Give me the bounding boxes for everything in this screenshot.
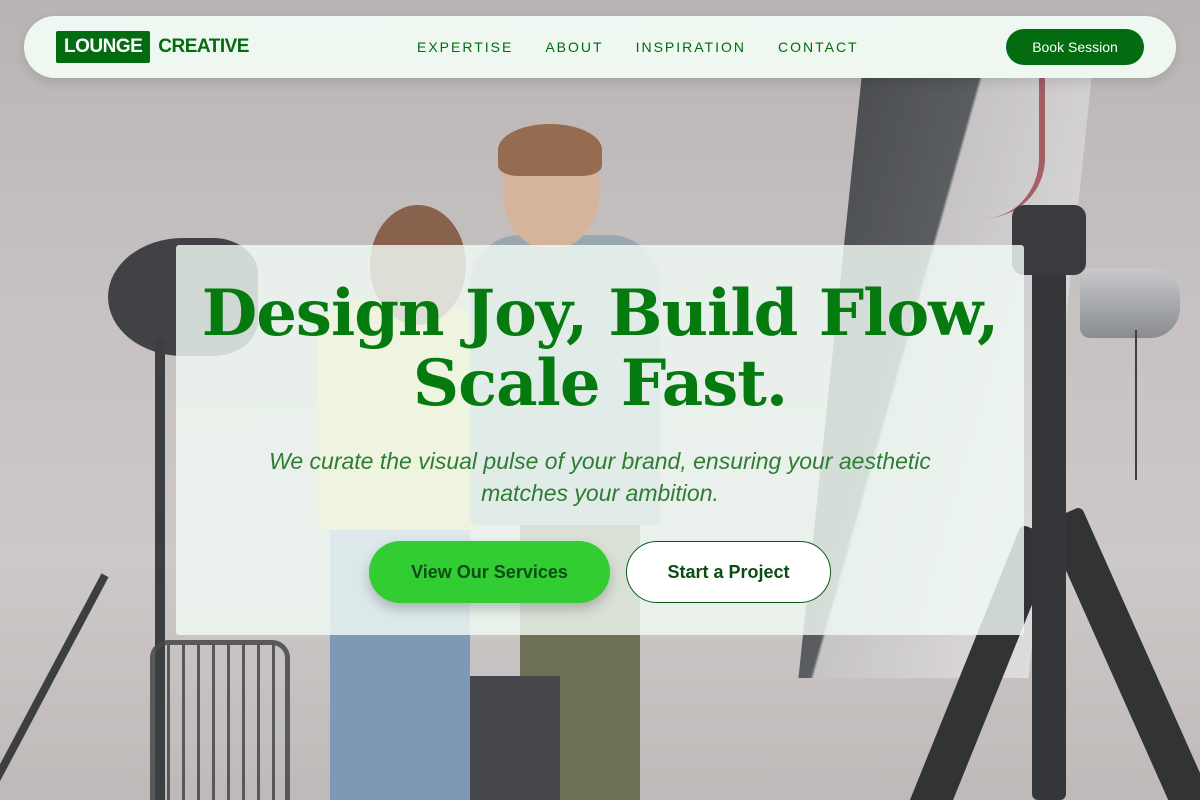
hero-title-line-2: Scale Fast. — [412, 346, 788, 421]
hero-title: Design Joy, Build Flow, Scale Fast. — [176, 279, 1024, 419]
nav-link-expertise[interactable]: EXPERTISE — [417, 39, 513, 55]
hero-subtitle-line-2: matches your ambition. — [481, 480, 719, 506]
hero-subtitle: We curate the visual pulse of your brand… — [216, 445, 984, 509]
hero-subtitle-line-1: We curate the visual pulse of your brand… — [269, 448, 931, 474]
nav-link-inspiration[interactable]: INSPIRATION — [636, 39, 746, 55]
brand-logo-text: CREATIVE — [158, 36, 249, 57]
nav-links: EXPERTISE ABOUT INSPIRATION CONTACT — [417, 16, 859, 78]
hero-actions: View Our Services Start a Project — [176, 541, 1024, 603]
hero-card: Design Joy, Build Flow, Scale Fast. We c… — [176, 245, 1024, 635]
hero-title-line-1: Design Joy, Build Flow, — [201, 276, 1000, 351]
view-services-button[interactable]: View Our Services — [369, 541, 610, 603]
book-session-button[interactable]: Book Session — [1006, 29, 1144, 65]
nav-link-contact[interactable]: CONTACT — [778, 39, 859, 55]
brand-logo-box: LOUNGE — [56, 31, 151, 63]
navbar: LOUNGE CREATIVE EXPERTISE ABOUT INSPIRAT… — [24, 16, 1176, 78]
brand-logo[interactable]: LOUNGE CREATIVE — [56, 31, 249, 63]
start-project-button[interactable]: Start a Project — [626, 541, 831, 603]
nav-link-about[interactable]: ABOUT — [545, 39, 603, 55]
